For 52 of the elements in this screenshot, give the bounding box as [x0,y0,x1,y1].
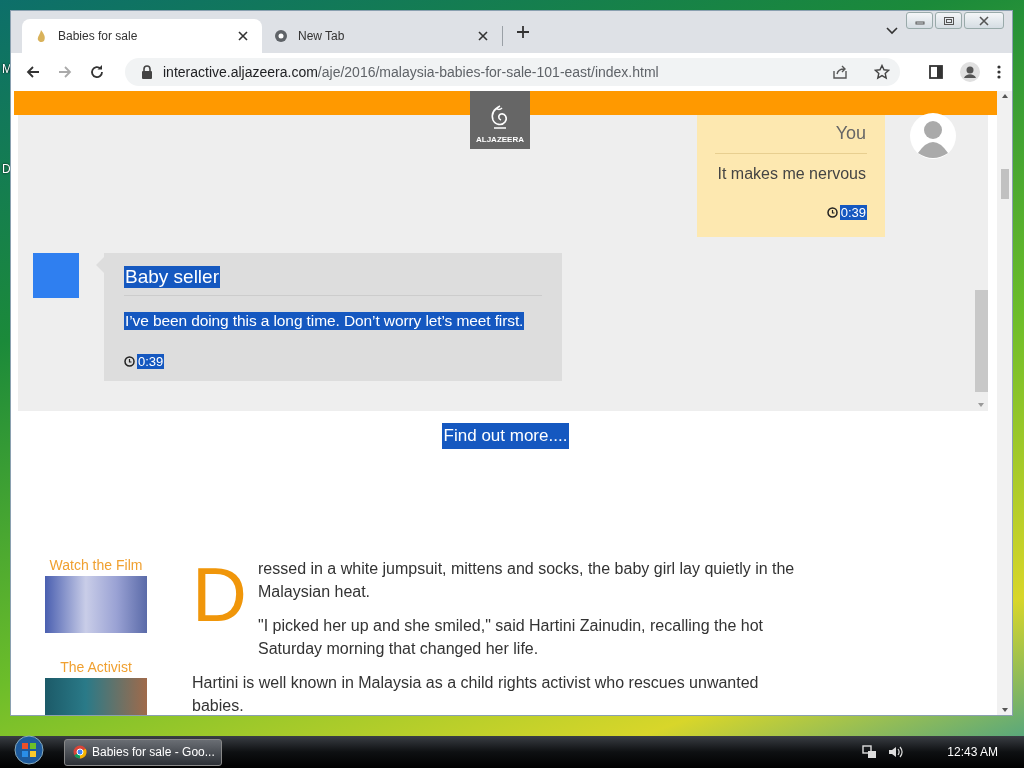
close-icon [236,29,250,43]
browser-tab[interactable]: New Tab [262,19,502,53]
browser-tab[interactable]: Babies for sale [22,19,262,53]
back-arrow-icon [25,64,41,80]
address-bar[interactable]: interactive.aljazeera.com/aje/2016/malaysia-babies-for-sale-101-east/index.html [125,58,900,86]
speaker-icon [887,744,904,760]
find-out-more-link[interactable]: Find out more.... [441,423,570,449]
taskbar-button[interactable]: Babies for sale - Goo... [64,738,222,766]
scroll-down-icon [1000,707,1009,713]
scrollbar-thumb[interactable] [1000,169,1009,199]
desktop-icon-label[interactable]: D [2,162,11,176]
logo[interactable]: ALJAZEERA [470,91,530,149]
sender-name: Baby seller [124,266,220,288]
scroll-up-icon [1000,93,1009,99]
message-text: It makes me nervous [716,165,867,183]
article-paragraph: "I picked her up and she smiled," said Hartini Zainudin, recalling the hot Saturday morning that changed her life. [258,616,764,659]
avatar-silhouette-icon [910,113,956,159]
drop-cap: D [192,557,248,639]
url-path: /aje/2016/malaysia-babies-for-sale-101-east/index.html [317,64,659,80]
article-paragraph: Hartini is well known in Malaysia as a child rights activist who rescues unwanted babies. [192,673,760,715]
photo-placeholder[interactable] [45,678,147,715]
close-icon [476,29,490,43]
clock: 12:43 AM [947,745,998,759]
forward-arrow-icon [57,64,73,80]
side-panel-icon [928,64,944,80]
message-time: 0:39 [137,354,165,369]
photo-placeholder[interactable] [45,576,147,633]
reload-icon [89,64,105,80]
share-icon [832,64,848,80]
message-text: I’ve been doing this a long time. Don’t worry let’s meet first. [124,312,525,330]
clock-icon [124,356,135,367]
article-paragraph: ressed in a white jumpsuit, mittens and socks, the baby girl lay quietly in the Malaysian heat. [258,559,796,602]
profile-icon [960,62,980,82]
network-icon [861,744,878,760]
avatar-square [33,253,79,298]
message-time: 0:39 [839,205,867,220]
star-icon [874,64,890,80]
new-tab-icon [515,24,531,40]
desktop-icon-label[interactable]: M [2,62,12,76]
logo-text: ALJAZEERA [476,135,524,144]
close-icon [978,15,990,26]
clock-icon [826,207,838,218]
maximize-icon [942,15,955,26]
scrollbar-thumb[interactable] [974,290,988,392]
sender-name: You [834,123,867,144]
close-button[interactable] [964,12,1004,29]
lock-icon [139,64,155,80]
maximize-button[interactable] [935,12,962,29]
chrome-icon [73,745,87,759]
menu-icon [996,64,1002,80]
scroll-down-icon [977,402,985,408]
url-host: interactive.aljazeera.com [163,64,318,80]
